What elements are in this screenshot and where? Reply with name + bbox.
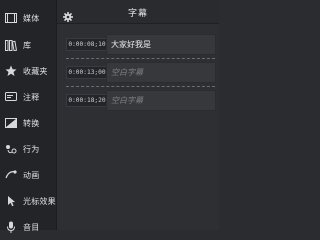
caption-timestamp[interactable]: 0:00:08;10	[66, 38, 108, 51]
panel-header: 字幕	[57, 0, 219, 24]
sidebar-item-label: 库	[23, 40, 32, 50]
caption-divider	[66, 86, 215, 87]
sidebar-item-library[interactable]: 库	[0, 32, 57, 58]
sidebar-item-label: 光标效果	[23, 196, 56, 206]
animation-icon	[5, 169, 17, 181]
sidebar-item-label: 收藏夹	[23, 66, 48, 76]
sidebar-item-voice-narration[interactable]: 音目	[0, 214, 57, 240]
sidebar-item-behaviors[interactable]: 行为	[0, 136, 57, 162]
captions-panel: 字幕 0:00:08;10 大家好我是 0:00:13;00 空白字幕 0:00…	[57, 0, 219, 230]
caption-row: 0:00:18;20 空白字幕	[66, 90, 216, 111]
cursor-effect-icon	[5, 195, 17, 207]
caption-text-field[interactable]: 大家好我是	[106, 34, 216, 55]
sidebar-item-label: 音目	[23, 222, 40, 232]
sidebar-item-media[interactable]: 媒体	[0, 5, 57, 31]
sidebar: 媒体 库 收藏夹 注释 转换 行为 动画 光标效果 音目	[0, 0, 57, 233]
sidebar-item-label: 媒体	[23, 13, 40, 23]
microphone-icon	[5, 221, 17, 233]
star-icon	[5, 65, 17, 77]
library-icon	[5, 39, 17, 51]
sidebar-item-annotations[interactable]: 注释	[0, 84, 57, 110]
sidebar-item-animations[interactable]: 动画	[0, 162, 57, 188]
sidebar-item-transitions[interactable]: 转换	[0, 110, 57, 136]
sidebar-item-cursor-effects[interactable]: 光标效果	[0, 188, 57, 214]
caption-text-field[interactable]: 空白字幕	[106, 90, 216, 111]
media-icon	[5, 12, 17, 24]
caption-text-field[interactable]: 空白字幕	[106, 62, 216, 83]
sidebar-item-favorites[interactable]: 收藏夹	[0, 58, 57, 84]
caption-row: 0:00:08;10 大家好我是	[66, 34, 216, 55]
caption-timestamp[interactable]: 0:00:18;20	[66, 94, 108, 107]
caption-timestamp[interactable]: 0:00:13;00	[66, 66, 108, 79]
sidebar-item-label: 行为	[23, 144, 40, 154]
caption-divider	[66, 58, 215, 59]
sidebar-item-label: 动画	[23, 170, 40, 180]
panel-title: 字幕	[127, 9, 148, 19]
caption-row: 0:00:13;00 空白字幕	[66, 62, 216, 83]
annotation-icon	[5, 91, 17, 103]
sidebar-item-label: 注释	[23, 92, 40, 102]
behavior-icon	[5, 143, 17, 155]
transition-icon	[5, 117, 17, 129]
captions-window: 媒体 库 收藏夹 注释 转换 行为 动画 光标效果 音目 字幕 0:00:08;…	[0, 0, 219, 233]
sidebar-item-label: 转换	[23, 118, 40, 128]
